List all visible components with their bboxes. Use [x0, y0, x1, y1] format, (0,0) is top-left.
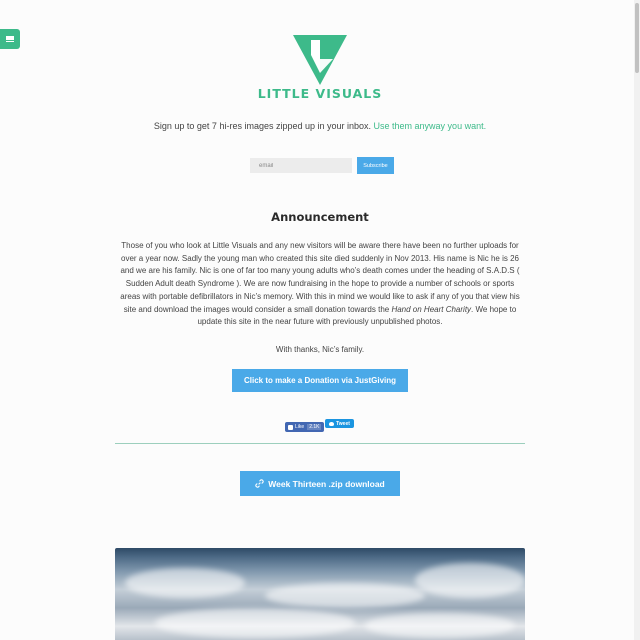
download-label: Week Thirteen .zip download	[268, 478, 385, 489]
scrollbar-thumb[interactable]	[635, 3, 639, 73]
menu-icon	[6, 36, 14, 42]
charity-name: Hand on Heart Charity	[391, 304, 472, 314]
signup-text: Sign up to get 7 hi-res images zipped up…	[0, 121, 640, 131]
twitter-bird-icon	[329, 421, 335, 426]
facebook-like-icon	[288, 424, 293, 430]
announcement-title: Announcement	[271, 210, 369, 224]
featured-photo[interactable]	[115, 548, 525, 640]
facebook-like-button[interactable]: Like 2.1K	[285, 422, 324, 432]
download-button[interactable]: Week Thirteen .zip download	[240, 471, 400, 496]
site-brand: LITTLE VISUALS	[257, 86, 383, 101]
subscribe-button[interactable]: Subscribe	[357, 157, 394, 174]
menu-toggle-button[interactable]	[0, 29, 20, 49]
donate-button[interactable]: Click to make a Donation via JustGiving	[232, 369, 408, 392]
tweet-button[interactable]: Tweet	[325, 419, 354, 428]
tweet-label: Tweet	[336, 420, 350, 427]
signup-link[interactable]: Use them anyway you want.	[374, 121, 487, 131]
announcement-body: Those of you who look at Little Visuals …	[115, 240, 525, 329]
announcement-body-1: Those of you who look at Little Visuals …	[120, 241, 520, 314]
like-label: Like	[295, 424, 305, 430]
signup-message: Sign up to get 7 hi-res images zipped up…	[153, 121, 374, 131]
logo-icon	[293, 35, 347, 85]
divider	[115, 443, 525, 444]
thanks-text: With thanks, Nic’s family.	[275, 345, 365, 354]
like-count: 2.1K	[307, 424, 322, 430]
email-input[interactable]	[250, 158, 352, 173]
link-icon	[255, 479, 264, 488]
